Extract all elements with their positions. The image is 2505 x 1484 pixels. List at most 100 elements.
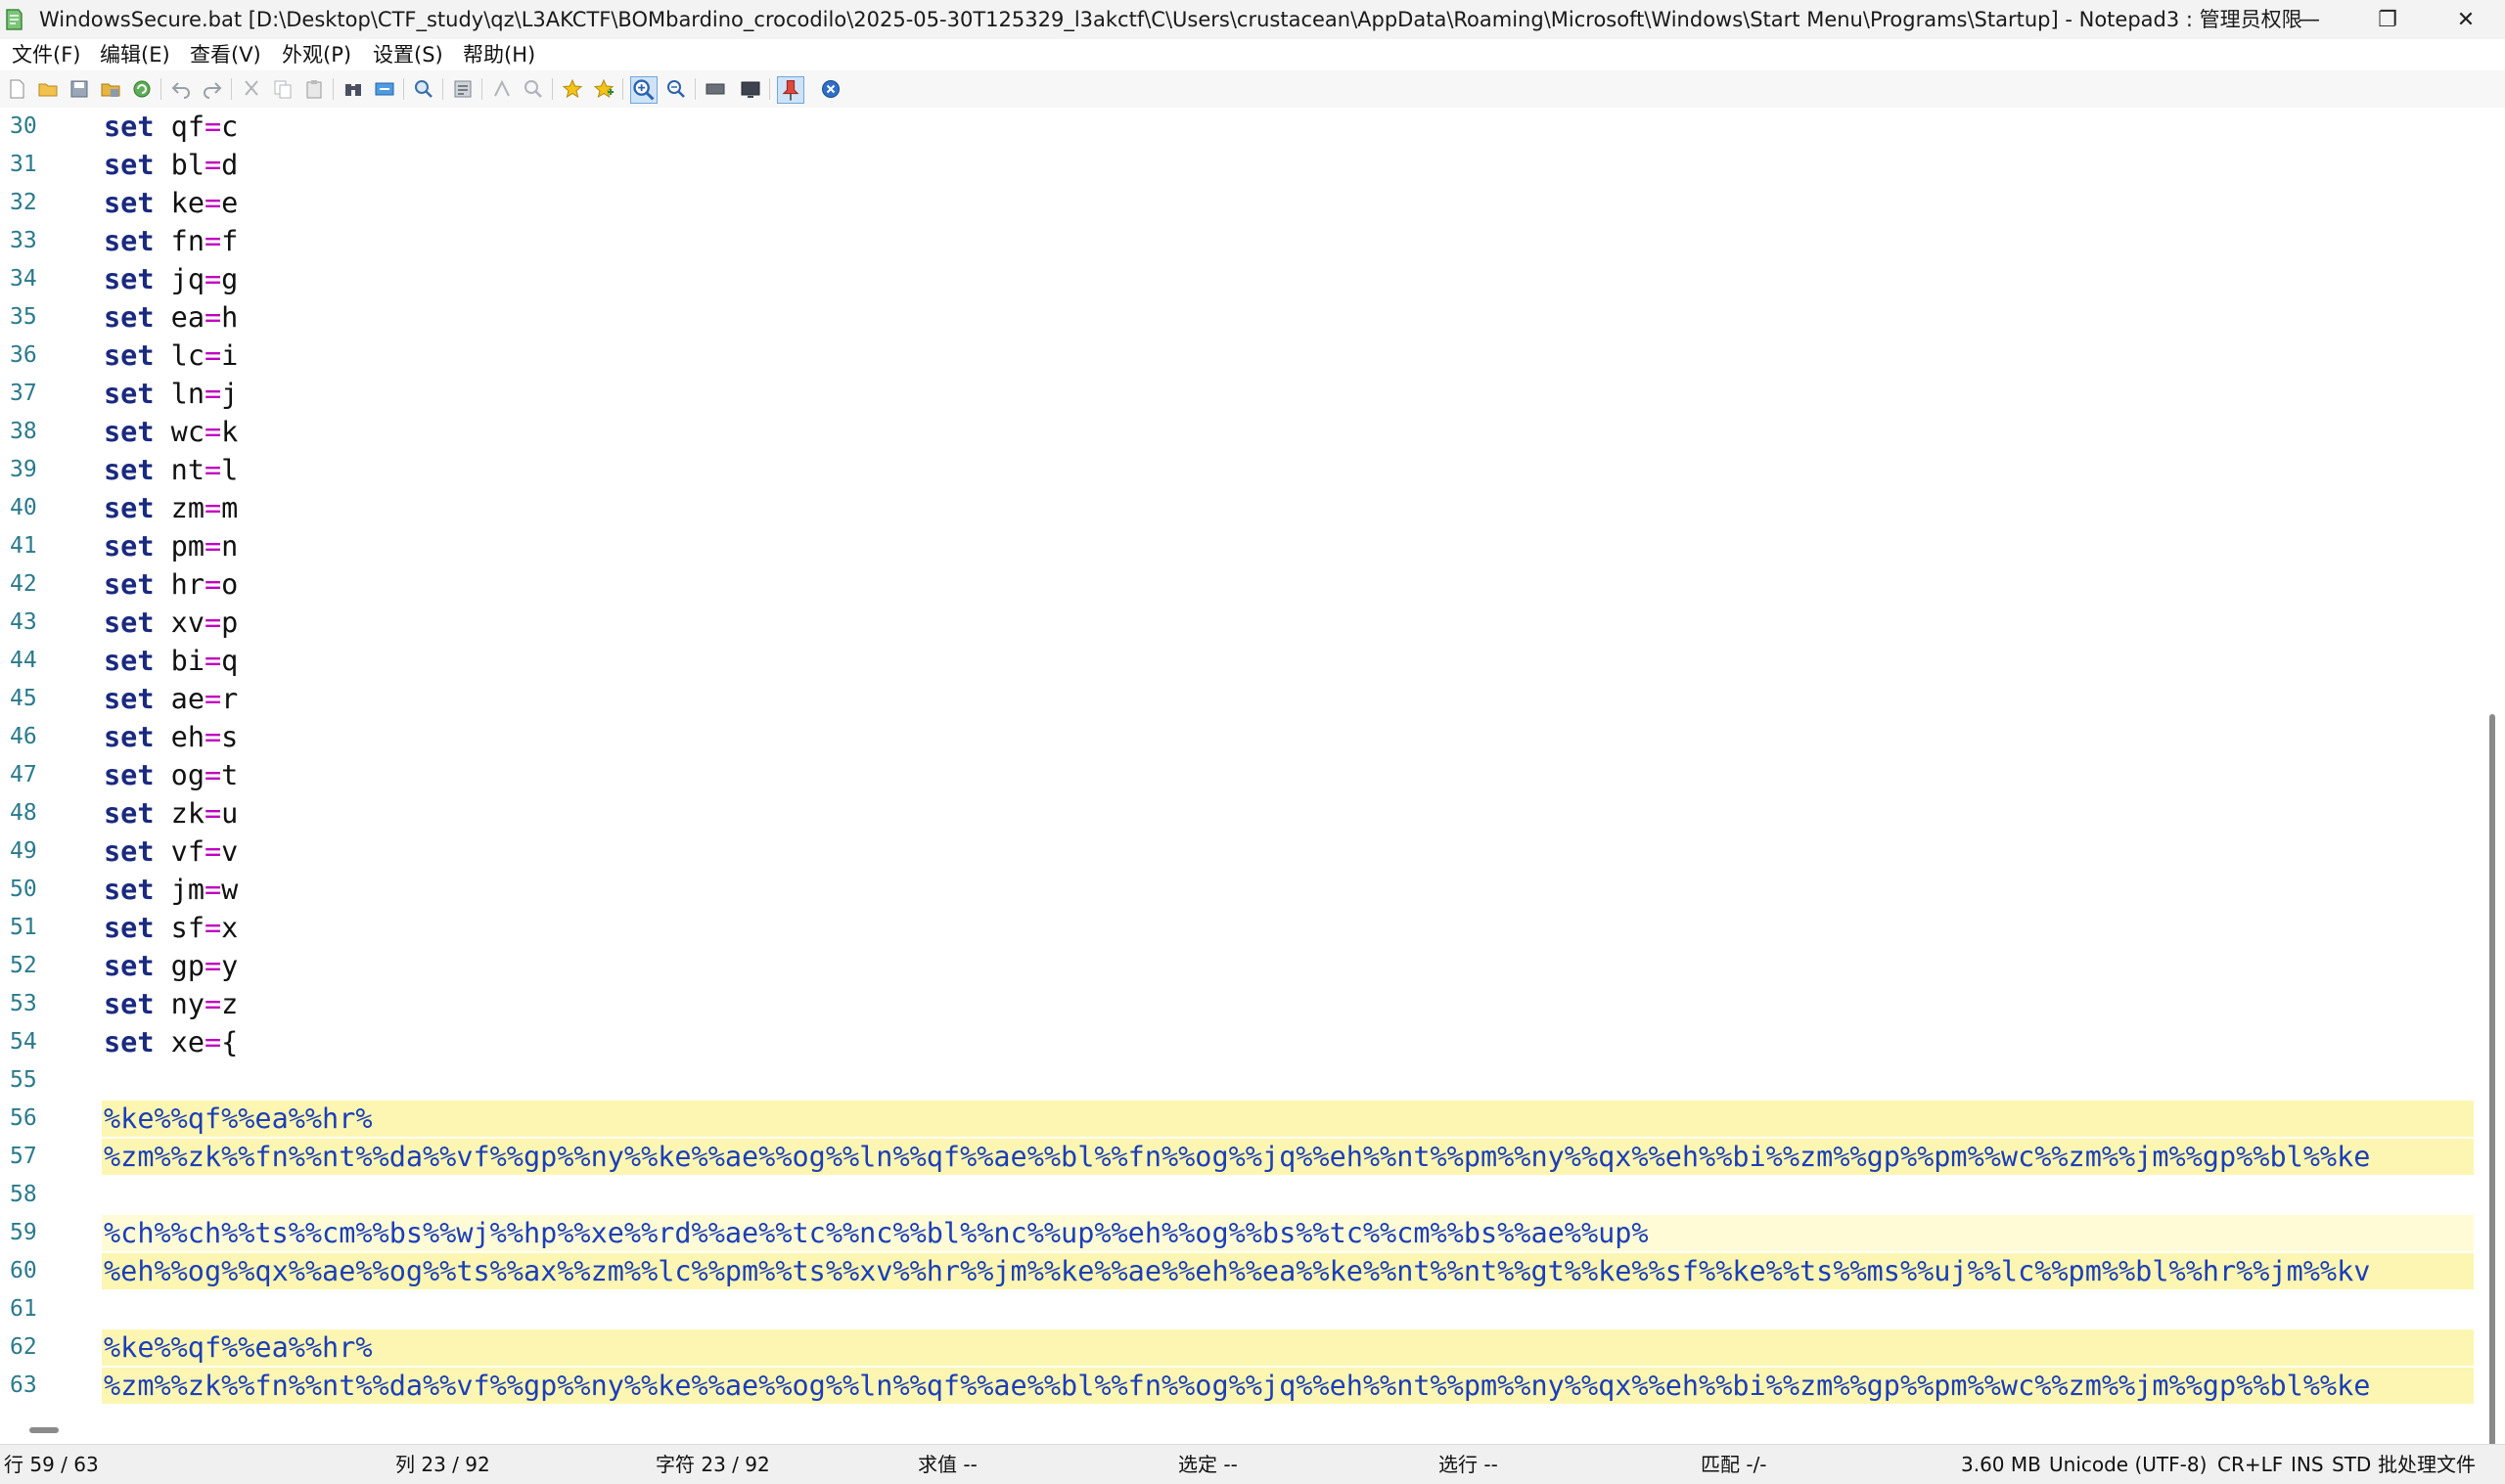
close-icon: ✕ (2456, 7, 2476, 32)
scheme-icon[interactable] (705, 78, 726, 100)
status-eval[interactable]: 求值 -- (918, 1445, 978, 1484)
menu-view[interactable]: 查看(V) (190, 39, 261, 70)
line-number: 63 (10, 1372, 37, 1398)
variable-value: h (221, 301, 239, 334)
keyword-set: set (104, 149, 155, 181)
vertical-scroll-thumb[interactable] (2489, 714, 2495, 1458)
variable-name: sf (170, 912, 205, 944)
exit-icon[interactable] (820, 78, 842, 100)
goto-icon[interactable] (413, 78, 434, 100)
menu-file[interactable]: 文件(F) (12, 39, 80, 70)
maximize-button[interactable]: ❐ (2348, 0, 2427, 39)
equals-sign: = (204, 568, 222, 601)
status-encoding[interactable]: Unicode (UTF-8) (2049, 1445, 2207, 1484)
redo-icon[interactable] (202, 78, 223, 100)
paste-icon[interactable] (303, 78, 325, 100)
code-text: set eh=s (104, 718, 238, 756)
variable-value: e (221, 187, 239, 219)
line-number: 49 (10, 838, 37, 864)
status-match[interactable]: 匹配 -/- (1701, 1445, 1767, 1484)
minimize-button[interactable]: — (2270, 0, 2348, 39)
status-selected-lines[interactable]: 选行 -- (1438, 1445, 1498, 1484)
zoom-out-icon[interactable] (665, 78, 687, 100)
code-text: set jq=g (104, 260, 238, 298)
status-std[interactable]: STD (2332, 1445, 2371, 1484)
keyword-set: set (104, 683, 155, 715)
favorites-star-icon[interactable] (562, 78, 583, 100)
status-lexer[interactable]: 批处理文件 (2378, 1445, 2476, 1484)
keyword-set: set (104, 225, 155, 257)
keyword-set: set (104, 454, 155, 486)
toolbar-separator (622, 78, 623, 100)
always-on-top-pin-icon[interactable] (777, 76, 804, 104)
keyword-set: set (104, 721, 155, 753)
window-title: WindowsSecure.bat [D:\Desktop\CTF_study\… (39, 8, 2302, 31)
status-selection[interactable]: 选定 -- (1178, 1445, 1238, 1484)
copy-icon[interactable] (272, 78, 294, 100)
variable-name: ln (170, 378, 205, 410)
variable-name: xv (170, 607, 205, 639)
menu-edit[interactable]: 编辑(E) (100, 39, 170, 70)
code-line: 32 set ke=e (0, 184, 2482, 222)
status-eol[interactable]: CR+LF (2217, 1445, 2283, 1484)
new-file-icon[interactable] (6, 78, 27, 100)
equals-sign: = (204, 187, 222, 219)
undo-icon[interactable] (170, 78, 192, 100)
toolbar-separator (442, 78, 443, 100)
equals-sign: = (204, 378, 222, 410)
code-line: 63 %zm%%zk%%fn%%nt%%da%%vf%%gp%%ny%%ke%%a… (0, 1367, 2482, 1405)
code-line: 34 set jq=g (0, 260, 2482, 298)
save-icon[interactable] (68, 78, 90, 100)
show-whitespace-icon[interactable] (491, 78, 513, 100)
cut-icon[interactable] (241, 78, 262, 100)
equals-sign: = (204, 225, 222, 257)
editor-area[interactable]: 30 set qf=c 31 set bl=d 32 set ke=e 33 set fn=f… (0, 108, 2482, 1415)
open-folder-icon[interactable] (37, 78, 59, 100)
code-line: 57 %zm%%zk%%fn%%nt%%da%%vf%%gp%%ny%%ke%%a… (0, 1138, 2482, 1176)
find-icon[interactable] (342, 78, 364, 100)
status-file-size[interactable]: 3.60 MB (1961, 1445, 2041, 1484)
code-line: 53 set ny=z (0, 985, 2482, 1023)
keyword-set: set (104, 111, 155, 143)
equals-sign: = (204, 835, 222, 868)
variable-value: o (221, 568, 239, 601)
variable-name: hr (170, 568, 205, 601)
variable-value: w (221, 874, 239, 906)
menu-appearance[interactable]: 外观(P) (282, 39, 351, 70)
line-number: 54 (10, 1029, 37, 1055)
toolbar-separator (403, 78, 404, 100)
add-favorite-star-icon[interactable] (593, 78, 615, 100)
variable-name: jq (170, 263, 205, 295)
status-line[interactable]: 行 59 / 63 (4, 1445, 99, 1484)
screen-icon[interactable] (740, 78, 761, 100)
replace-icon[interactable] (374, 78, 395, 100)
code-line: 61 (0, 1290, 2482, 1328)
line-number: 39 (10, 457, 37, 482)
vertical-scrollbar[interactable] (2482, 108, 2505, 1458)
line-number: 36 (10, 342, 37, 368)
keyword-set: set (104, 797, 155, 830)
close-button[interactable]: ✕ (2427, 0, 2505, 39)
save-as-icon[interactable] (100, 78, 121, 100)
horizontal-scroll-thumb[interactable] (29, 1427, 59, 1433)
line-number: 41 (10, 533, 37, 559)
equals-sign: = (204, 492, 222, 524)
status-insert-mode[interactable]: INS (2291, 1445, 2324, 1484)
horizontal-scrollbar[interactable] (0, 1415, 2482, 1444)
menu-settings[interactable]: 设置(S) (373, 39, 443, 70)
status-character[interactable]: 字符 23 / 92 (656, 1445, 770, 1484)
line-number: 56 (10, 1105, 37, 1131)
obfuscated-command: %ch%%ch%%ts%%cm%%bs%%wj%%hp%%xe%%rd%%ae%… (104, 1217, 1649, 1249)
toolbar (0, 70, 2505, 109)
status-column[interactable]: 列 23 / 92 (395, 1445, 490, 1484)
toolbar-separator (231, 78, 232, 100)
equals-sign: = (204, 416, 222, 448)
zoom-in-icon[interactable] (630, 76, 658, 104)
reload-icon[interactable] (131, 78, 153, 100)
word-wrap-icon[interactable] (452, 78, 474, 100)
line-number: 59 (10, 1220, 37, 1245)
menu-help[interactable]: 帮助(H) (463, 39, 535, 70)
code-line: 47 set og=t (0, 756, 2482, 794)
variable-name: gp (170, 950, 205, 982)
zoom-search-icon[interactable] (523, 78, 544, 100)
